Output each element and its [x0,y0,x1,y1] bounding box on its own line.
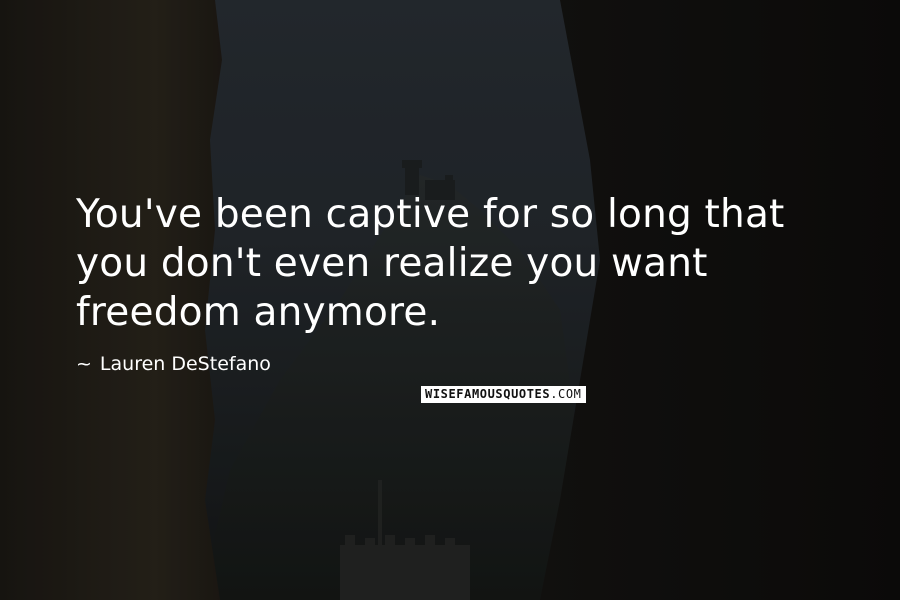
quote-text: You've been captive for so long that you… [76,192,785,335]
watermark-domain: .COM [550,387,582,401]
watermark-logo: WISEFAMOUSQUOTES.COM [421,386,586,403]
quote-image: You've been captive for so long that you… [0,0,900,600]
author-dash: ~ [76,353,92,375]
author-line: ~ Lauren DeStefano [76,352,271,376]
watermark-brand: WISEFAMOUSQUOTES [425,387,551,401]
author-name: Lauren DeStefano [99,353,271,375]
